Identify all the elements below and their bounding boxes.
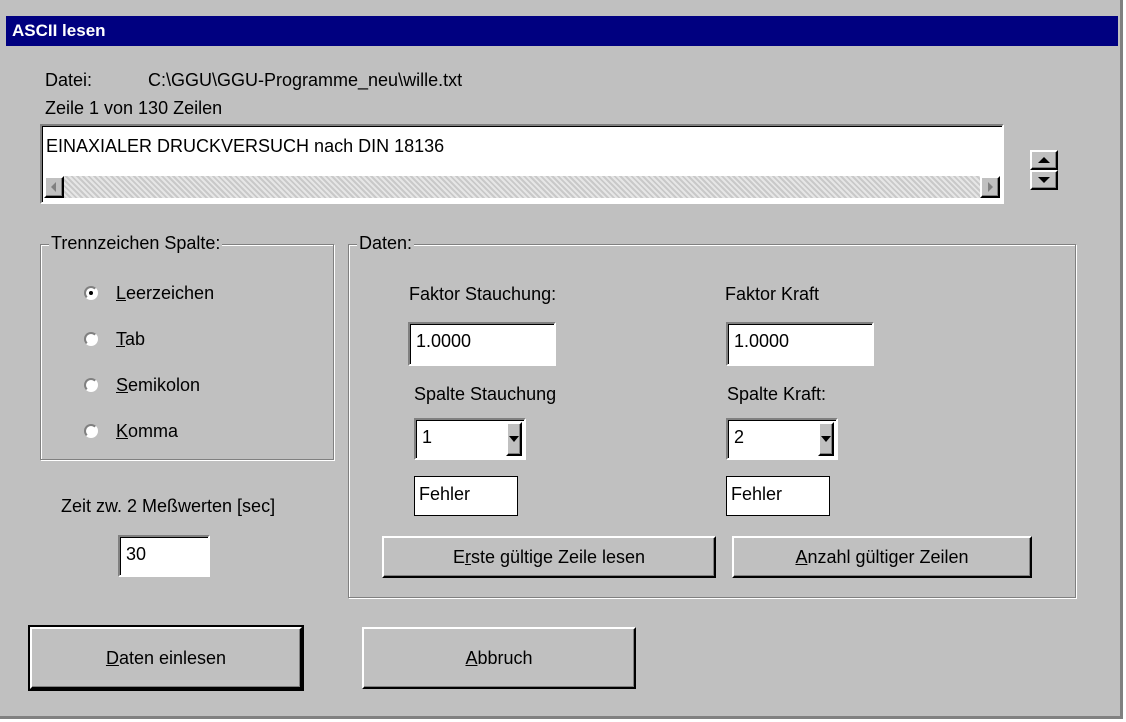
scroll-left-button[interactable] <box>44 176 64 198</box>
window-title: ASCII lesen <box>12 21 106 40</box>
line-down-button[interactable] <box>1030 170 1058 190</box>
factor-force-value: 1.0000 <box>734 331 790 351</box>
column-compression-label: Spalte Stauchung <box>414 384 557 404</box>
separator-option-label: Semikolon <box>116 375 201 395</box>
radio-selected-icon[interactable] <box>84 286 98 300</box>
file-path: C:\GGU\GGU-Programme_neu\wille.txt <box>148 70 463 90</box>
column-force-value: 2 <box>734 427 745 447</box>
factor-force-label: Faktor Kraft <box>725 284 820 304</box>
error-force-field: Fehler <box>726 476 830 516</box>
line-up-button[interactable] <box>1030 150 1058 170</box>
separator-option-label: Komma <box>116 421 179 441</box>
arrow-left-icon <box>51 182 56 192</box>
file-label: Datei: <box>45 70 93 90</box>
arrow-up-icon <box>1038 157 1050 163</box>
read-data-button[interactable]: Daten einlesen <box>28 625 304 691</box>
count-valid-lines-button[interactable]: Anzahl gültiger Zeilen <box>732 536 1032 578</box>
preview-text: EINAXIALER DRUCKVERSUCH nach DIN 18136 <box>46 136 445 156</box>
column-compression-value: 1 <box>422 427 433 447</box>
factor-compression-value: 1.0000 <box>416 331 472 351</box>
radio-icon[interactable] <box>84 378 98 392</box>
radio-icon[interactable] <box>84 424 98 438</box>
error-force-text: Fehler <box>731 484 783 504</box>
time-input[interactable]: 30 <box>118 535 210 577</box>
chevron-down-icon <box>509 436 519 442</box>
separator-option-label: Tab <box>116 329 146 349</box>
column-compression-select[interactable]: 1 <box>414 418 526 460</box>
count-valid-lines-label: Anzahl gültiger Zeilen <box>795 546 969 567</box>
column-force-dropdown-button[interactable] <box>818 422 834 456</box>
radio-icon[interactable] <box>84 332 98 346</box>
horizontal-scrollbar[interactable] <box>44 176 1000 198</box>
radio-dot-icon <box>89 291 93 295</box>
title-bar[interactable]: ASCII lesen <box>6 16 1118 46</box>
time-value: 30 <box>126 544 147 564</box>
preview-box[interactable]: EINAXIALER DRUCKVERSUCH nach DIN 18136 <box>40 124 1004 204</box>
read-first-valid-line-button[interactable]: Erste gültige Zeile lesen <box>382 536 716 578</box>
error-compression-field: Fehler <box>414 476 518 516</box>
column-force-select[interactable]: 2 <box>726 418 838 460</box>
separator-group-title: Trennzeichen Spalte: <box>49 233 223 254</box>
arrow-down-icon <box>1038 177 1050 183</box>
error-compression-text: Fehler <box>419 484 471 504</box>
factor-compression-input[interactable]: 1.0000 <box>408 322 556 366</box>
arrow-right-icon <box>988 182 993 192</box>
column-force-label: Spalte Kraft: <box>727 384 827 404</box>
column-compression-dropdown-button[interactable] <box>506 422 522 456</box>
cancel-label: Abbruch <box>465 647 533 668</box>
data-group-title: Daten: <box>357 233 415 254</box>
read-first-valid-line-label: Erste gültige Zeile lesen <box>452 546 646 567</box>
line-info: Zeile 1 von 130 Zeilen <box>45 98 223 118</box>
factor-force-input[interactable]: 1.0000 <box>726 322 874 366</box>
scroll-right-button[interactable] <box>980 176 1000 198</box>
time-label: Zeit zw. 2 Meßwerten [sec] <box>61 496 276 516</box>
cancel-button[interactable]: Abbruch <box>362 627 636 689</box>
factor-compression-label: Faktor Stauchung: <box>409 284 557 304</box>
separator-option-label: Leerzeichen <box>116 283 215 303</box>
read-data-label: Daten einlesen <box>105 647 227 668</box>
ascii-read-dialog: ASCII lesen Datei: C:\GGU\GGU-Programme_… <box>0 0 1123 719</box>
chevron-down-icon <box>821 436 831 442</box>
